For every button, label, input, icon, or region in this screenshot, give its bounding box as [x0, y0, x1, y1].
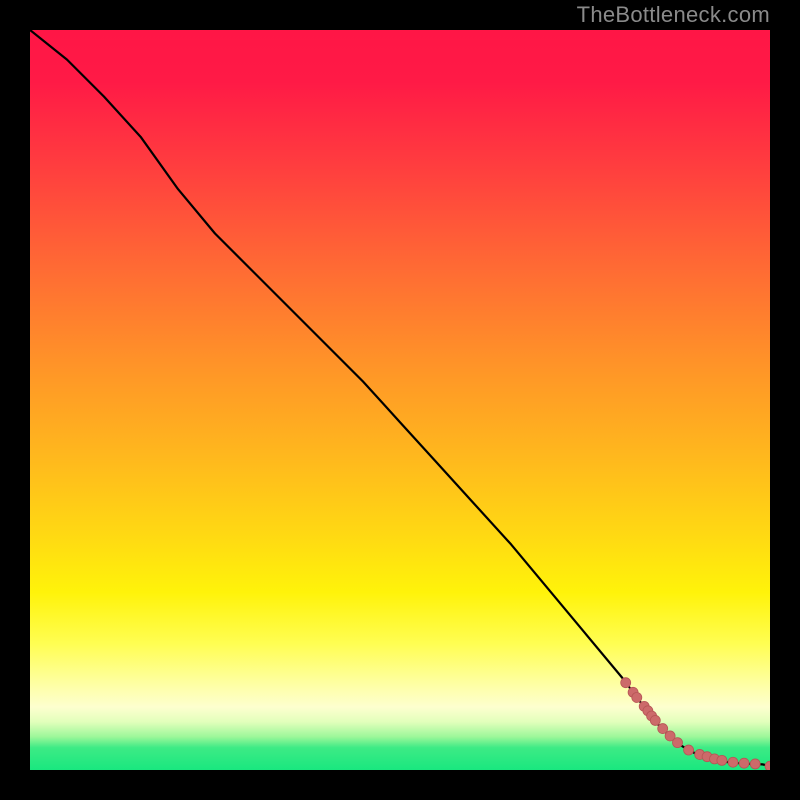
marker-point	[643, 706, 653, 716]
highlighted-points	[621, 678, 770, 770]
marker-point	[717, 755, 727, 765]
plot-area	[30, 30, 770, 770]
marker-point	[632, 692, 642, 702]
marker-point	[621, 678, 631, 688]
marker-point	[750, 759, 760, 769]
curve-layer	[30, 30, 770, 770]
marker-point	[695, 749, 705, 759]
marker-point	[658, 724, 668, 734]
marker-point	[650, 715, 660, 725]
marker-point	[702, 752, 712, 762]
marker-point	[665, 731, 675, 741]
marker-point	[765, 761, 770, 770]
marker-point	[673, 738, 683, 748]
bottleneck-curve	[30, 30, 770, 766]
marker-point	[739, 758, 749, 768]
marker-point	[728, 757, 738, 767]
chart-frame: TheBottleneck.com	[0, 0, 800, 800]
attribution-label: TheBottleneck.com	[577, 2, 770, 28]
marker-point	[639, 701, 649, 711]
marker-point	[710, 754, 720, 764]
marker-point	[684, 745, 694, 755]
marker-point	[647, 711, 657, 721]
marker-point	[628, 687, 638, 697]
